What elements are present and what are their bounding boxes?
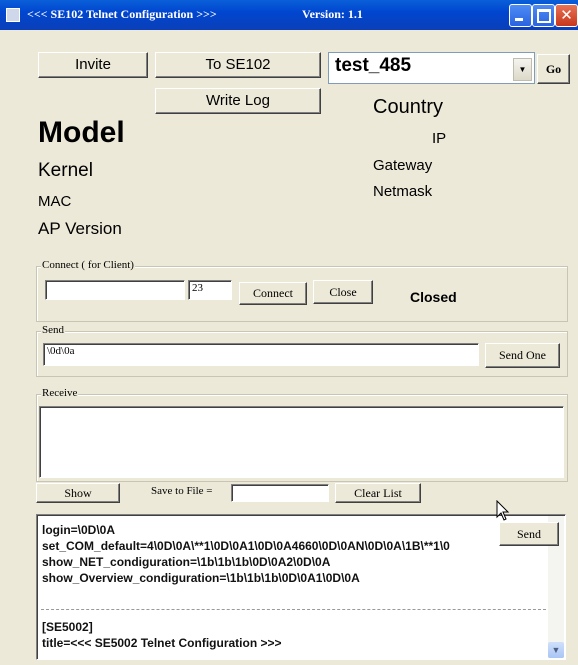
mouse-cursor-icon xyxy=(496,500,510,521)
window-title: <<< SE102 Telnet Configuration >>> xyxy=(27,7,217,21)
save-file-input[interactable] xyxy=(231,484,329,502)
port-input[interactable]: 23 xyxy=(188,280,232,300)
chevron-down-icon[interactable]: ▼ xyxy=(513,58,532,81)
connection-status: Closed xyxy=(410,289,457,305)
host-input[interactable] xyxy=(45,280,185,300)
send-group-legend: Send xyxy=(41,324,65,336)
minimize-button[interactable] xyxy=(509,4,532,27)
connect-group-legend: Connect ( for Client) xyxy=(41,259,135,271)
script-list[interactable]: login=\0D\0A set_COM_default=4\0D\0A\**1… xyxy=(36,514,566,660)
write-log-button[interactable]: Write Log xyxy=(155,88,321,114)
ip-label: IP xyxy=(432,130,447,147)
minimize-icon xyxy=(515,18,523,21)
go-button[interactable]: Go xyxy=(537,54,570,84)
maximize-button[interactable] xyxy=(532,4,555,27)
model-label: Model xyxy=(38,116,125,149)
show-button[interactable]: Show xyxy=(36,483,120,503)
mac-label: MAC xyxy=(38,193,72,210)
app-icon xyxy=(6,8,20,22)
send-one-button[interactable]: Send One xyxy=(485,343,560,368)
connect-button[interactable]: Connect xyxy=(239,282,307,305)
send-button[interactable]: Send xyxy=(499,522,559,546)
send-input[interactable]: \0d\0a xyxy=(43,343,479,366)
list-item[interactable]: [SE5002] xyxy=(42,620,93,634)
close-icon: ✕ xyxy=(560,6,573,24)
close-connection-button[interactable]: Close xyxy=(313,280,373,304)
list-item[interactable]: set_COM_default=4\0D\0A\**1\0D\0A1\0D\0A… xyxy=(42,539,450,553)
list-item[interactable]: show_Overview_condiguration=\1b\1b\1b\0D… xyxy=(42,571,360,585)
kernel-label: Kernel xyxy=(38,160,93,181)
to-se102-button[interactable]: To SE102 xyxy=(155,52,321,78)
maximize-icon xyxy=(537,9,551,23)
device-select-value: test_485 xyxy=(335,55,412,76)
device-select[interactable]: test_485 ▼ xyxy=(328,52,535,84)
country-label: Country xyxy=(373,96,444,118)
clear-list-button[interactable]: Clear List xyxy=(335,483,421,503)
invite-button[interactable]: Invite xyxy=(38,52,148,78)
receive-group-legend: Receive xyxy=(41,387,79,399)
scroll-down-icon[interactable]: ▼ xyxy=(548,642,564,658)
app-window: <<< SE102 Telnet Configuration >>> Versi… xyxy=(0,0,578,665)
list-separator xyxy=(41,609,546,610)
gateway-label: Gateway xyxy=(373,157,433,174)
close-button[interactable]: ✕ xyxy=(555,4,578,27)
version-label: Version: 1.1 xyxy=(302,7,363,21)
save-to-file-label: Save to File = xyxy=(151,485,213,497)
list-item[interactable]: show_NET_condiguration=\1b\1b\1b\0D\0A2\… xyxy=(42,555,330,569)
list-item[interactable]: login=\0D\0A xyxy=(42,523,115,537)
list-item[interactable]: title=<<< SE5002 Telnet Configuration >>… xyxy=(42,636,282,650)
netmask-label: Netmask xyxy=(373,183,433,200)
receive-output[interactable] xyxy=(39,406,564,478)
ap-version-label: AP Version xyxy=(38,219,122,238)
title-bar[interactable]: <<< SE102 Telnet Configuration >>> Versi… xyxy=(0,0,578,30)
